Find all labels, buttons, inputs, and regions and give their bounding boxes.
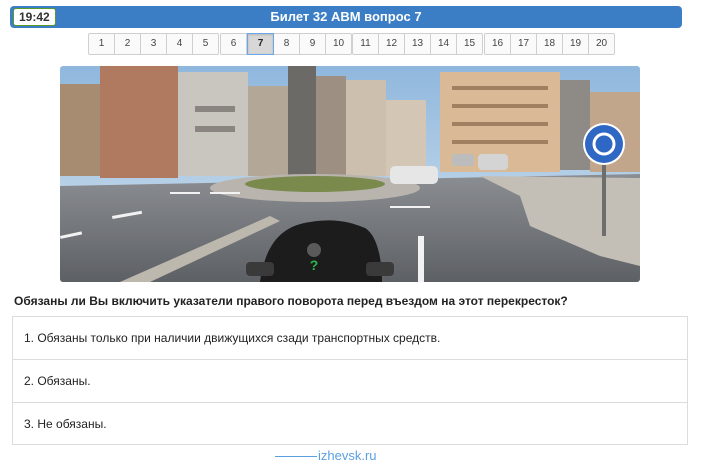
road-scene-illustration: ? xyxy=(60,66,640,282)
answer-option-1[interactable]: 1. Обязаны только при наличии движущихся… xyxy=(13,317,687,360)
pager-button-1[interactable]: 1 xyxy=(88,33,115,55)
question-photo: ? xyxy=(60,66,640,282)
pager-group-2: 6 7 8 9 10 xyxy=(220,33,352,55)
page-title: Билет 32 ABM вопрос 7 xyxy=(270,9,422,24)
pager-group-4: 16 17 18 19 20 xyxy=(484,33,615,55)
pager-button-10[interactable]: 10 xyxy=(326,33,352,55)
pager-button-9[interactable]: 9 xyxy=(300,33,326,55)
pager-button-17[interactable]: 17 xyxy=(511,33,537,55)
answer-option-2[interactable]: 2. Обязаны. xyxy=(13,360,687,403)
footer-link-prefix-line xyxy=(275,456,317,458)
pager-button-6[interactable]: 6 xyxy=(220,33,247,55)
pager-button-13[interactable]: 13 xyxy=(405,33,431,55)
pager-button-7-active[interactable]: 7 xyxy=(247,33,274,55)
pager-button-4[interactable]: 4 xyxy=(167,33,193,55)
question-text: Обязаны ли Вы включить указатели правого… xyxy=(14,294,568,308)
pager-button-3[interactable]: 3 xyxy=(141,33,167,55)
answer-option-3[interactable]: 3. Не обязаны. xyxy=(13,403,687,445)
header-bar: 19:42 Билет 32 ABM вопрос 7 xyxy=(10,6,682,28)
pager-button-20[interactable]: 20 xyxy=(589,33,615,55)
footer-link[interactable]: izhevsk.ru xyxy=(275,448,425,464)
pager-button-14[interactable]: 14 xyxy=(431,33,457,55)
pager-group-1: 1 2 3 4 5 xyxy=(88,33,219,55)
help-question-mark[interactable]: ? xyxy=(310,257,319,273)
pager-button-11[interactable]: 11 xyxy=(352,33,379,55)
pager-button-19[interactable]: 19 xyxy=(563,33,589,55)
pager-button-12[interactable]: 12 xyxy=(379,33,405,55)
pager-button-5[interactable]: 5 xyxy=(193,33,219,55)
pager-button-8[interactable]: 8 xyxy=(274,33,300,55)
pager-group-3: 11 12 13 14 15 xyxy=(352,33,483,55)
footer-link-text[interactable]: izhevsk.ru xyxy=(318,448,377,463)
pager-button-18[interactable]: 18 xyxy=(537,33,563,55)
pager-button-15[interactable]: 15 xyxy=(457,33,483,55)
pager-button-16[interactable]: 16 xyxy=(484,33,511,55)
answers-list: 1. Обязаны только при наличии движущихся… xyxy=(12,316,688,445)
pager-button-2[interactable]: 2 xyxy=(115,33,141,55)
